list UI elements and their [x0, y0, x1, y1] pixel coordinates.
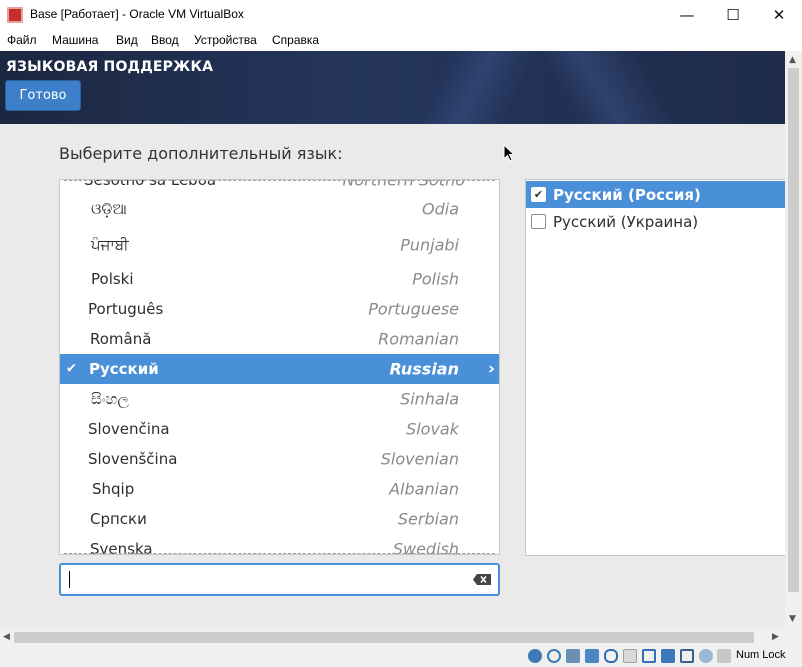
language-native-name: Русский [89, 360, 159, 378]
menu-bar: Файл Машина Вид Ввод Устройства Справка [0, 30, 802, 51]
checkmark-icon: ✔ [66, 361, 77, 377]
language-english-name: Slovenian [380, 449, 459, 469]
window-title: Base [Работает] - Oracle VM VirtualBox [30, 7, 244, 21]
language-native-name: Shqip [92, 480, 135, 498]
text-caret [69, 571, 70, 588]
locale-label: Русский (Россия) [553, 185, 701, 204]
language-row-romanian[interactable]: Română Romanian [60, 324, 499, 354]
menu-machine[interactable]: Машина [52, 33, 98, 47]
language-native-name: Slovenščina [88, 450, 178, 468]
language-english-name: Polish [412, 269, 459, 289]
video-capture-icon[interactable] [661, 649, 675, 663]
language-native-name: සිංහල [91, 390, 129, 408]
language-list[interactable]: Sesotho sa Leboa Northern Sotho ଓଡ଼ିଆ Od… [59, 179, 500, 555]
language-english-name: Portuguese [368, 299, 459, 319]
numlock-indicator: Num Lock [736, 649, 786, 661]
language-row-slovenian[interactable]: Slovenščina Slovenian [60, 444, 499, 474]
language-english-name: Russian [389, 359, 459, 379]
menu-view[interactable]: Вид [116, 33, 138, 47]
clear-text-icon[interactable] [473, 574, 491, 585]
list-top-edge [64, 180, 495, 181]
language-english-name: Sinhala [400, 389, 459, 409]
language-row-slovak[interactable]: Slovenčina Slovak [60, 414, 499, 444]
scroll-right-icon[interactable]: ▶ [772, 632, 779, 642]
minimize-button[interactable]: — [664, 0, 710, 30]
network-icon[interactable] [585, 649, 599, 663]
language-english-name: Odia [422, 199, 459, 219]
language-row-odia[interactable]: ଓଡ଼ିଆ Odia [60, 194, 499, 224]
list-bottom-edge [64, 553, 495, 554]
locale-label: Русский (Украина) [553, 212, 699, 231]
audio-icon[interactable] [566, 649, 580, 663]
menu-input[interactable]: Ввод [151, 33, 179, 47]
language-native-name: Slovenčina [88, 420, 170, 438]
language-row-punjabi[interactable]: ਪੰਜਾਬੀ Punjabi [60, 230, 499, 260]
locale-checkbox[interactable]: ✔ [531, 187, 546, 202]
menu-file[interactable]: Файл [7, 33, 37, 47]
language-row-northern-sotho[interactable]: Sesotho sa Leboa Northern Sotho [60, 180, 499, 195]
mouse-integration-icon[interactable] [699, 649, 713, 663]
scroll-up-icon[interactable]: ▲ [789, 55, 796, 65]
horizontal-scroll-thumb[interactable] [14, 632, 754, 643]
language-native-name: Português [88, 300, 164, 318]
language-native-name: ଓଡ଼ିଆ [91, 200, 127, 218]
chevron-right-icon: › [487, 359, 495, 379]
language-row-portuguese[interactable]: Português Portuguese [60, 294, 499, 324]
virtualbox-icon [7, 7, 23, 23]
menu-devices[interactable]: Устройства [194, 33, 257, 47]
title-bar: Base [Работает] - Oracle VM VirtualBox —… [0, 0, 802, 30]
language-native-name: ਪੰਜਾਬੀ [91, 236, 129, 254]
maximize-button[interactable]: ☐ [710, 0, 756, 30]
locale-row-russia[interactable]: ✔ Русский (Россия) [526, 181, 785, 208]
keyboard-capture-icon[interactable] [717, 649, 731, 663]
optical-drive-icon[interactable] [547, 649, 561, 663]
language-prompt: Выберите дополнительный язык: [59, 144, 343, 163]
language-english-name: Romanian [378, 329, 459, 349]
menu-help[interactable]: Справка [272, 33, 319, 47]
mouse-pointer-icon [503, 144, 515, 162]
language-row-serbian[interactable]: Српски Serbian [60, 504, 499, 534]
locale-checkbox[interactable] [531, 214, 546, 229]
usb-icon[interactable] [604, 649, 618, 663]
language-english-name: Albanian [389, 479, 459, 499]
scroll-left-icon[interactable]: ◀ [3, 632, 10, 642]
language-english-name: Slovak [406, 419, 459, 439]
language-row-sinhala[interactable]: සිංහල Sinhala [60, 384, 499, 414]
language-english-name: Serbian [397, 509, 459, 529]
language-native-name: Српски [90, 510, 147, 528]
language-row-albanian[interactable]: Shqip Albanian [60, 474, 499, 504]
close-button[interactable]: ✕ [756, 0, 802, 30]
language-row-swedish[interactable]: Svenska Swedish [60, 534, 499, 555]
language-search-input[interactable] [59, 563, 500, 596]
hard-disk-icon[interactable] [528, 649, 542, 663]
language-native-name: Română [90, 330, 152, 348]
language-english-name: Punjabi [400, 235, 459, 255]
language-row-russian[interactable]: ✔ Русский Russian › [60, 354, 499, 384]
done-button[interactable]: Готово [5, 80, 81, 111]
locale-list[interactable]: ✔ Русский (Россия) Русский (Украина) [525, 179, 785, 556]
page-title: ЯЗЫКОВАЯ ПОДДЕРЖКА [6, 59, 214, 75]
language-native-name: Polski [91, 270, 134, 288]
virtualization-icon[interactable] [680, 649, 694, 663]
display-icon[interactable] [642, 649, 656, 663]
header-banner: ЯЗЫКОВАЯ ПОДДЕРЖКА Готово [0, 51, 785, 124]
guest-screen: ЯЗЫКОВАЯ ПОДДЕРЖКА Готово Выберите допол… [0, 51, 785, 629]
locale-row-ukraine[interactable]: Русский (Украина) [526, 208, 785, 235]
shared-folders-icon[interactable] [623, 649, 637, 663]
vertical-scroll-thumb[interactable] [788, 68, 799, 592]
scroll-down-icon[interactable]: ▼ [789, 614, 796, 624]
language-row-polish[interactable]: Polski Polish [60, 264, 499, 294]
